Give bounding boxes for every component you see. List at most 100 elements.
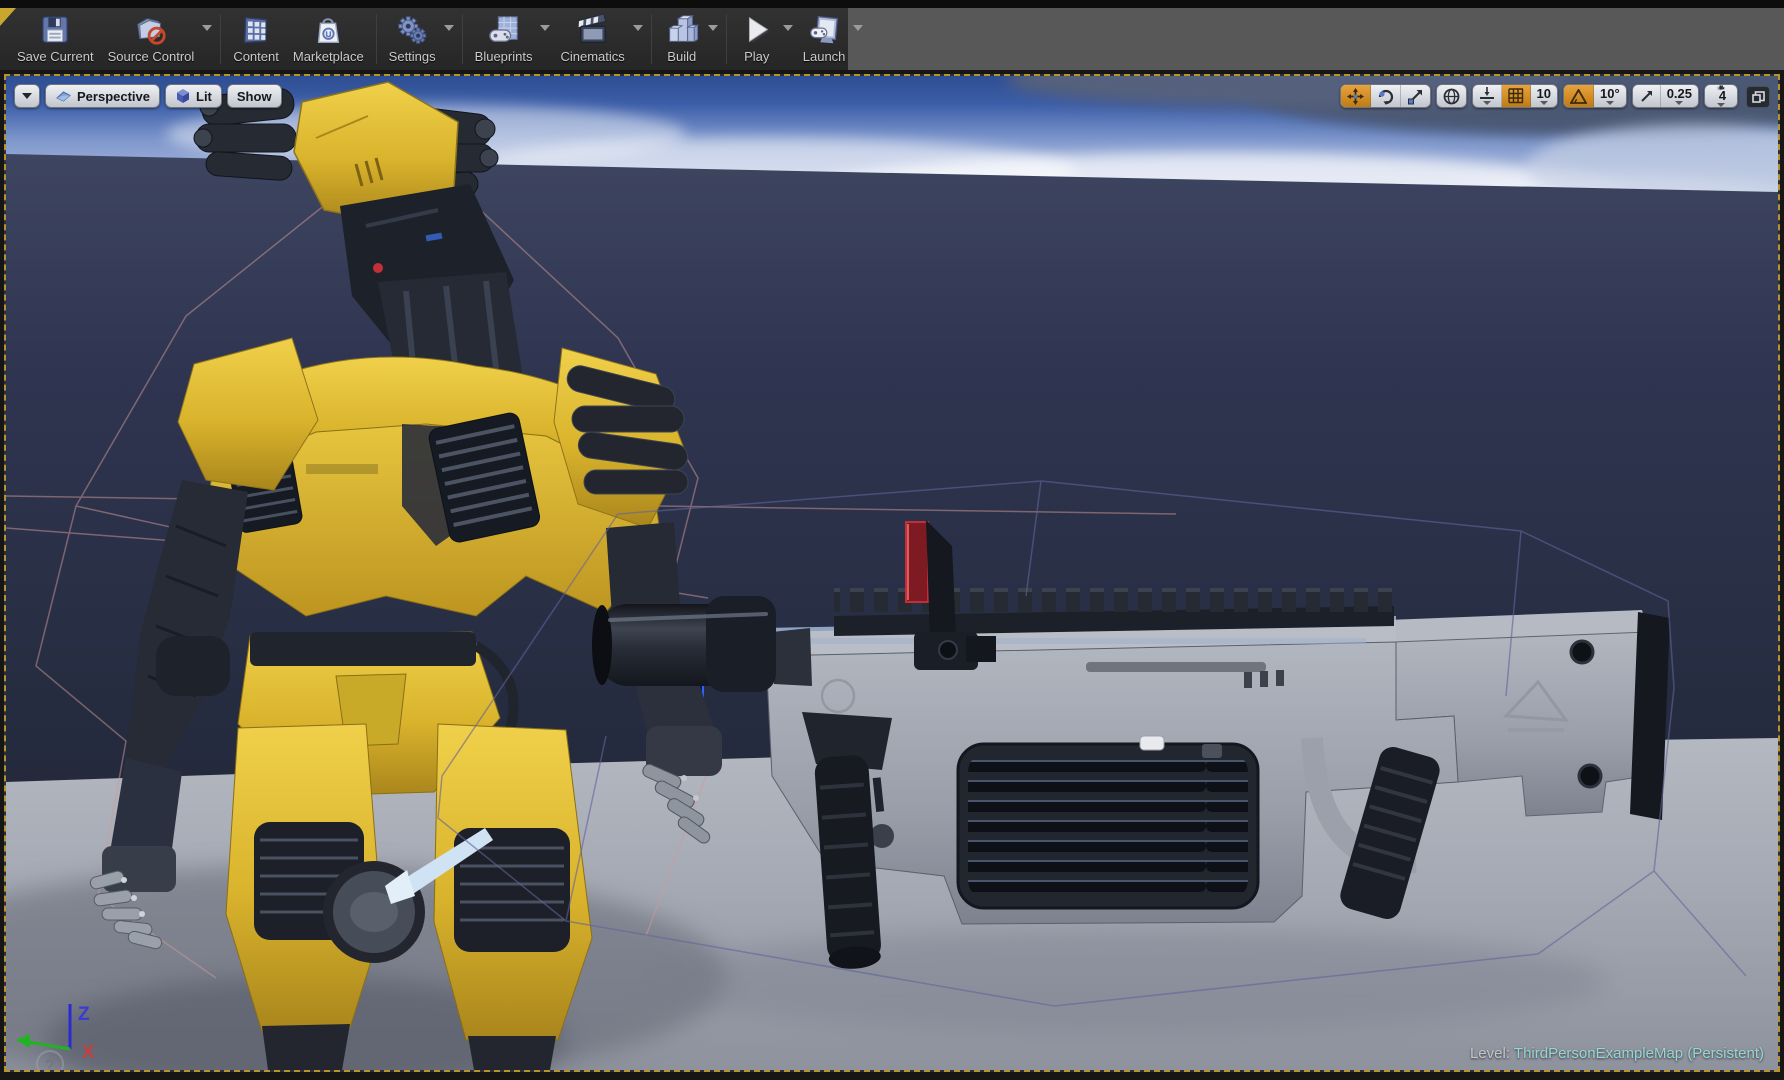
scale-tool-button[interactable] — [1401, 85, 1430, 107]
rifle-stock-screw-top — [1569, 639, 1595, 665]
build-button[interactable]: Build — [657, 10, 707, 68]
perspective-icon — [56, 91, 71, 102]
camera-speed-caret-icon — [1717, 103, 1725, 107]
scale-snap-icon — [1640, 90, 1652, 102]
cinematics-button[interactable]: Cinematics — [553, 10, 631, 68]
settings-label: Settings — [388, 49, 436, 64]
rotate-tool-button[interactable] — [1371, 85, 1401, 107]
play-button[interactable]: Play — [732, 10, 782, 68]
viewport-scene[interactable]: Z X ? — [6, 76, 1778, 1070]
surface-snap-icon — [1479, 87, 1494, 99]
rifle-stock-screw-bottom — [1577, 763, 1603, 789]
cinematics-dropdown-caret-icon[interactable] — [632, 25, 643, 31]
coordinate-system-group — [1435, 84, 1467, 108]
toolbar-separator — [220, 14, 222, 64]
marketplace-icon — [318, 18, 340, 43]
play-dropdown-caret-icon[interactable] — [782, 25, 793, 31]
scale-snap-caret-icon — [1675, 100, 1684, 105]
scale-snap-toggle[interactable] — [1633, 85, 1661, 107]
launch-icon — [810, 16, 839, 44]
viewport-right-toolbar: 10 10° 0.25 4 — [1339, 84, 1738, 108]
save-current-button[interactable]: Save Current — [10, 10, 101, 68]
rotation-snap-toggle[interactable] — [1564, 85, 1595, 107]
scale-snap-value-button[interactable]: 0.25 — [1661, 85, 1698, 107]
main-toolbar-buttons: Save Current Source Control Content Mark… — [0, 8, 864, 70]
rifle-barrel-joint — [772, 628, 812, 686]
scale-snap-value: 0.25 — [1666, 85, 1692, 101]
grid-snap-value: 10 — [1536, 85, 1552, 101]
robot-eye-red-dot — [373, 263, 383, 273]
move-tool-icon — [1346, 87, 1364, 105]
lit-cube-icon — [177, 89, 189, 103]
camera-speed-button[interactable]: 4 — [1705, 85, 1737, 107]
perspective-label: Perspective — [77, 88, 150, 104]
world-coordinate-button[interactable] — [1437, 85, 1466, 107]
source-control-button[interactable]: Source Control — [101, 10, 202, 68]
launch-button[interactable]: Launch — [796, 10, 853, 68]
viewport-left-toolbar: Perspective Lit Show — [14, 84, 282, 108]
surface-snap-button[interactable] — [1473, 85, 1502, 107]
world-coordinate-icon — [1443, 88, 1459, 104]
rifle-vent-gills — [956, 742, 1260, 910]
rotation-snap-icon — [1570, 88, 1588, 104]
viewport-options-button[interactable] — [14, 84, 40, 108]
rotation-snap-group: 10° — [1563, 84, 1627, 108]
help-glyph: ? — [45, 1058, 54, 1070]
show-label: Show — [236, 88, 272, 104]
toolbar-corner-marker — [0, 8, 16, 26]
marketplace-label: Marketplace — [292, 49, 364, 64]
build-dropdown-caret-icon[interactable] — [707, 25, 718, 31]
blueprints-button[interactable]: Blueprints — [468, 10, 540, 68]
camera-speed-value: 4 — [1718, 88, 1727, 103]
maximize-viewport-button[interactable] — [1746, 86, 1770, 108]
build-icon — [667, 14, 700, 43]
move-tool-button[interactable] — [1340, 85, 1371, 107]
lit-mode-button[interactable]: Lit — [165, 84, 222, 108]
unreal-editor-window: Save Current Source Control Content Mark… — [0, 0, 1784, 1080]
robot-left-elbow — [156, 636, 230, 696]
level-value: ThirdPersonExampleMap (Persistent) — [1513, 1045, 1764, 1062]
content-button[interactable]: Content — [226, 10, 286, 68]
toolbar-separator — [725, 14, 727, 64]
level-viewport[interactable]: Z X ? Perspective Lit Show 10 10° 0.25 4… — [4, 74, 1780, 1072]
grid-snap-group: 10 — [1471, 84, 1559, 108]
rifle-small-block — [1202, 744, 1222, 758]
grid-snap-toggle[interactable] — [1501, 85, 1531, 107]
robot-left-shin — [262, 1024, 350, 1070]
rotation-snap-value-button[interactable]: 10° — [1594, 85, 1626, 107]
rifle-engraving-text — [1508, 728, 1564, 732]
axis-x-label: X — [82, 1042, 95, 1063]
rifle-steel-streak — [786, 638, 1366, 644]
scale-tool-icon — [1407, 89, 1422, 104]
play-icon — [748, 16, 770, 44]
settings-dropdown-caret-icon[interactable] — [443, 25, 454, 31]
blueprints-icon — [488, 16, 518, 42]
blueprints-dropdown-caret-icon[interactable] — [540, 25, 551, 31]
grid-snap-icon — [1507, 88, 1523, 104]
settings-icon — [398, 16, 427, 44]
build-label: Build — [667, 49, 697, 64]
maximize-icon — [1751, 90, 1765, 103]
source-control-dropdown-caret-icon[interactable] — [202, 25, 213, 31]
transform-tools-group — [1339, 84, 1431, 108]
viewport-options-caret-icon — [22, 93, 32, 99]
rotation-snap-caret-icon — [1605, 100, 1614, 105]
show-flags-button[interactable]: Show — [226, 84, 282, 108]
launch-label: Launch — [802, 49, 846, 64]
settings-button[interactable]: Settings — [382, 10, 443, 68]
robot-chest-decal — [306, 464, 378, 474]
rifle-ejection-port — [1086, 662, 1266, 672]
robot-right-shin — [468, 1036, 556, 1070]
perspective-button[interactable]: Perspective — [45, 84, 160, 108]
main-toolbar: Save Current Source Control Content Mark… — [0, 8, 1784, 70]
save-icon — [42, 16, 69, 43]
save-current-label: Save Current — [17, 49, 94, 64]
rotate-tool-icon — [1378, 89, 1393, 105]
play-label: Play — [744, 49, 770, 64]
marketplace-button[interactable]: Marketplace — [286, 10, 371, 68]
grid-snap-value-button[interactable]: 10 — [1531, 85, 1557, 107]
source-control-label: Source Control — [107, 49, 195, 64]
launch-dropdown-caret-icon[interactable] — [853, 25, 864, 31]
scale-snap-group: 0.25 — [1631, 84, 1699, 108]
rifle-suppressor-cap — [592, 605, 612, 685]
